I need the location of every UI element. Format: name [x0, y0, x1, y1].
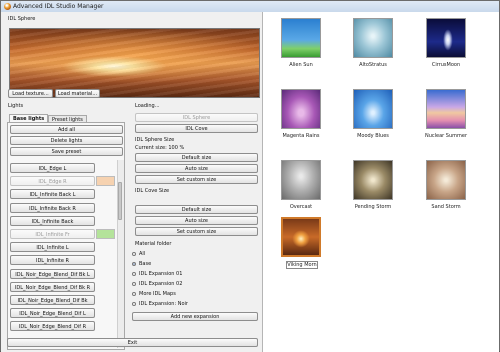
current-size-text: Current size: 100 %	[135, 145, 185, 151]
material-thumbnail[interactable]	[281, 89, 321, 129]
cove-auto-size-button[interactable]: Auto size	[135, 216, 258, 225]
material-thumbnail[interactable]	[426, 89, 466, 129]
light-item[interactable]: IDL_Noir_Edge_Blend_Dif Bk L	[10, 268, 95, 279]
material-folder-radio[interactable]: IDL Expansion 01	[132, 271, 182, 277]
light-item[interactable]: IDL_Infinite Back L	[10, 189, 95, 200]
material-thumbnail-caption: Magenta Rains	[282, 133, 320, 139]
save-preset-button[interactable]: Save preset	[10, 147, 123, 156]
radio-button-icon[interactable]	[132, 261, 136, 266]
sphere-set-custom-size-button[interactable]: Set custom size	[135, 175, 258, 184]
sphere-auto-size-button[interactable]: Auto size	[135, 164, 258, 173]
material-folder-radio[interactable]: IDL Expansion: Noir	[132, 301, 188, 307]
light-item[interactable]: IDL_Infinite Fr	[10, 229, 95, 239]
light-item[interactable]: IDL_Noir_Edge_Blend_Dif Bk R	[10, 281, 95, 292]
radio-button-icon[interactable]	[132, 271, 136, 276]
delete-lights-button[interactable]: Delete lights	[10, 136, 123, 145]
light-item[interactable]: IDL_Noir_Edge_Blend_Dif R	[10, 321, 95, 332]
sphere-default-size-button[interactable]: Default size	[135, 153, 258, 162]
material-thumbnail-caption: Sand Storm	[431, 204, 461, 210]
idl-cove-button[interactable]: IDL Cove	[135, 124, 258, 133]
material-folder-radio[interactable]: IDL Expansion 02	[132, 281, 182, 287]
material-thumbnail-caption: AltoStratus	[359, 62, 387, 68]
light-color-swatch[interactable]	[96, 229, 115, 239]
radio-button-icon[interactable]	[132, 281, 136, 286]
add-new-expansion-button[interactable]: Add new expansion	[132, 312, 258, 321]
main-window: Advanced IDL Studio Manager IDL Sphere L…	[0, 0, 500, 352]
cove-default-size-button[interactable]: Default size	[135, 205, 258, 214]
material-thumbnail[interactable]	[426, 18, 466, 58]
radio-label: All	[139, 251, 146, 257]
material-folder-label: Material folder	[135, 241, 172, 247]
add-all-button[interactable]: Add all	[10, 125, 123, 134]
light-color-swatch[interactable]	[96, 176, 115, 187]
material-gallery: Alien Sun AltoStratus CirrusMoon Magenta Ra…	[263, 12, 499, 352]
material-thumbnail-caption: Moody Blues	[357, 133, 389, 139]
material-thumbnail[interactable]	[426, 160, 466, 200]
material-folder-radio[interactable]: All	[132, 251, 145, 257]
material-thumbnail-caption: Viking Morn	[286, 261, 318, 269]
material-thumbnail[interactable]	[281, 18, 321, 58]
material-thumbnail[interactable]	[353, 160, 393, 200]
material-thumbnail[interactable]	[353, 18, 393, 58]
material-thumbnail-caption: Nuclear Summer	[424, 133, 468, 139]
radio-button-icon[interactable]	[132, 301, 136, 306]
window-title: Advanced IDL Studio Manager	[13, 3, 104, 10]
radio-button-icon[interactable]	[132, 291, 136, 296]
scrollbar-thumb[interactable]	[118, 182, 122, 220]
light-item[interactable]: IDL_Infinite Back	[10, 215, 95, 226]
light-item[interactable]: IDL_Edge L	[10, 163, 95, 173]
exit-button[interactable]: Exit	[7, 338, 258, 347]
load-material-button[interactable]: Load material...	[55, 89, 100, 98]
cove-size-label: IDL Cove Size	[135, 188, 170, 194]
radio-button-icon[interactable]	[132, 251, 136, 256]
radio-label: IDL Expansion: Noir	[139, 301, 188, 307]
left-panel: IDL Sphere Load texture... Load material…	[1, 12, 263, 352]
sphere-texture-preview	[9, 28, 260, 98]
app-logo-icon	[4, 3, 11, 10]
lights-label: Lights	[8, 103, 24, 109]
material-folder-radio[interactable]: Base	[132, 261, 151, 267]
light-item[interactable]: IDL_Infinite R	[10, 255, 95, 266]
material-thumbnail-caption: Overcast	[289, 204, 313, 210]
material-thumbnail-caption: Pending Storm	[354, 204, 392, 210]
light-item[interactable]: IDL_Noir_Edge_Blend_Dif L	[10, 308, 95, 319]
material-thumbnail[interactable]	[281, 217, 321, 257]
material-thumbnail-caption: Alien Sun	[289, 62, 313, 68]
radio-label: Base	[139, 261, 152, 267]
light-item[interactable]: IDL_Infinite L	[10, 242, 95, 253]
material-thumbnail[interactable]	[281, 160, 321, 200]
radio-label: More IDL Maps	[139, 291, 176, 297]
radio-label: IDL Expansion 02	[139, 281, 183, 287]
light-item[interactable]: IDL_Infinite Back R	[10, 202, 95, 213]
material-thumbnail[interactable]	[353, 89, 393, 129]
idl-sphere-label: IDL Sphere	[8, 16, 36, 22]
light-item[interactable]: IDL_Noir_Edge_Blend_Dif Bk	[10, 295, 95, 305]
sphere-size-label: IDL Sphere Size	[135, 137, 175, 143]
radio-label: IDL Expansion 01	[139, 271, 183, 277]
load-texture-button[interactable]: Load texture...	[8, 89, 53, 98]
material-thumbnail-caption: CirrusMoon	[431, 62, 461, 68]
cove-set-custom-size-button[interactable]: Set custom size	[135, 227, 258, 236]
material-folder-radio[interactable]: More IDL Maps	[132, 291, 176, 297]
loading-label: Loading...	[135, 103, 160, 109]
light-item[interactable]: IDL_Edge R	[10, 176, 95, 187]
idl-sphere-button[interactable]: IDL Sphere	[135, 113, 258, 122]
